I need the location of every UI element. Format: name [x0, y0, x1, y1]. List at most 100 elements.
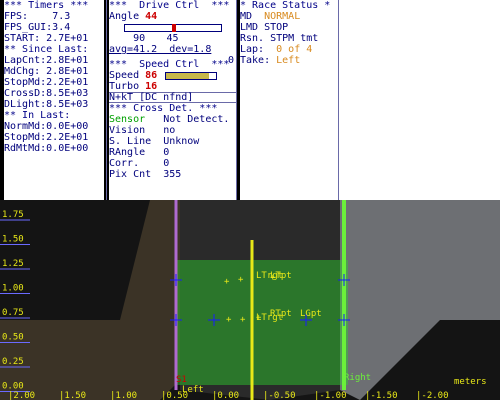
x-axis: |2.00 |1.50 |1.00 |0.50 |0.00 |-0.50 |-1.00 |-1… [8, 391, 449, 400]
in-last-row: NormMd:0.0E+00 [4, 121, 104, 132]
rangle-label: RAngle [109, 147, 146, 158]
rsn-row: Rsn. STPM tmt [240, 33, 340, 44]
rsn-value: STPM tmt [270, 33, 319, 44]
right-label: Right [344, 373, 371, 383]
x-tick-label: |1.50 [59, 391, 86, 400]
timers-header: *** Timers *** [4, 0, 89, 11]
stopmd-last-value: 2.2E+01 [46, 132, 89, 143]
lt-point-label: LTpt [270, 271, 292, 281]
y-tick-label: 1.00 [2, 284, 24, 294]
take-value: Left [276, 55, 301, 66]
angle-row: Angle 44 [109, 11, 236, 22]
pixcnt-value: 355 [163, 169, 182, 180]
panel-divider [338, 0, 339, 200]
drive-header: *** Drive Ctrl *** [109, 0, 230, 11]
mdchg-label: MdChg: [4, 66, 41, 77]
race-header: * Race Status * [240, 0, 331, 11]
panel-divider [236, 0, 237, 200]
lapcnt-label: LapCnt: [4, 55, 47, 66]
fps-label: FPS: [4, 11, 29, 22]
cross-row: Sensor Not Detect. [109, 114, 236, 125]
dlight-value: 8.5E+03 [46, 99, 89, 110]
svg-text:+: + [238, 275, 244, 285]
panel-divider [106, 0, 107, 200]
lap-row: Lap: 0 of 4 [240, 44, 340, 55]
since-last-row: LapCnt:2.8E+01 [4, 55, 104, 66]
rangle-value: 0 [163, 147, 170, 158]
x-tick-label: |-1.50 [365, 391, 398, 400]
x-tick-label: |-1.00 [314, 391, 347, 400]
crossd-value: 8.5E+03 [46, 88, 89, 99]
y-tick-label: 0.75 [2, 308, 24, 318]
rsn-label: Rsn. [240, 33, 265, 44]
sensor-value: Not Detect. [163, 114, 230, 125]
y-tick-label: 0.50 [2, 333, 24, 343]
y-tick-label: 0.00 [2, 382, 24, 392]
x-tick-label: |1.00 [110, 391, 137, 400]
angle-label: Angle [109, 11, 140, 22]
in-last-row: StopMd:2.2E+01 [4, 132, 104, 143]
lt-target-label-2: LTrgt [256, 313, 283, 323]
timers-panel: *** Timers *** FPS: 7.3 FPS_GUI:3.4 STAR… [4, 0, 104, 200]
rdmtmd-value: 0.0E+00 [46, 143, 89, 154]
corr-label: Corr. [109, 158, 140, 169]
x-tick-label: |2.00 [8, 391, 35, 400]
lmd-value: STOP [264, 22, 289, 33]
since-last-header: ** Since Last: [4, 44, 89, 55]
stopmd-value: 2.2E+01 [46, 77, 89, 88]
crossd-label: CrossD: [4, 88, 47, 99]
fps-row: FPS: 7.3 [4, 11, 104, 22]
angle-slider-row: 90 0 [109, 22, 236, 66]
drive-panel: *** Drive Ctrl *** Angle 44 90 0 45 avg=… [109, 0, 236, 200]
angle-slider-thumb[interactable] [171, 24, 176, 32]
normmd-label: NormMd: [4, 121, 47, 132]
in-last-row: RdMtMd:0.0E+00 [4, 143, 104, 154]
y-tick-label: 0.25 [2, 357, 24, 367]
camera-view: + + + + + + LTrgt LTpt RTpt LTrgt LGpt Left… [0, 200, 500, 400]
since-last-row: DLight:8.5E+03 [4, 99, 104, 110]
sensor-label: Sensor [109, 114, 146, 125]
fps-gui-label: FPS_GUI: [4, 22, 53, 33]
vision-value: no [163, 125, 176, 136]
since-last-row: StopMd:2.2E+01 [4, 77, 104, 88]
start-row: START: 2.7E+01 [4, 33, 104, 44]
turbo-value: 16 [145, 81, 158, 92]
slider-center-label: 45 [166, 33, 179, 44]
in-last-header: ** In Last: [4, 110, 71, 121]
y-tick-label: 1.75 [2, 210, 24, 220]
angle-slider[interactable] [124, 24, 222, 32]
start-value: 2.7E+01 [46, 33, 89, 44]
sline-label: S. Line [109, 136, 152, 147]
since-last-row: CrossD:8.5E+03 [4, 88, 104, 99]
cross-row: Corr. 0 [109, 158, 236, 169]
speed-value: 86 [145, 70, 158, 81]
x-tick-label: |-0.50 [263, 391, 296, 400]
cross-row: Vision no [109, 125, 236, 136]
x-tick-label: |0.00 [212, 391, 239, 400]
stopmd-label: StopMd: [4, 77, 47, 88]
y-tick-label: 1.25 [2, 259, 24, 269]
svg-text:+: + [224, 277, 230, 287]
x-tick-label: |-2.00 [416, 391, 449, 400]
cross-row: Pix Cnt 355 [109, 169, 236, 180]
race-panel: * Race Status * MD NORMAL LMD STOP Rsn. … [240, 0, 340, 200]
md-label: MD [240, 11, 253, 22]
rdmtmd-label: RdMtMd: [4, 143, 47, 154]
pixcnt-label: Pix Cnt [109, 169, 152, 180]
sline-value: Unknow [163, 136, 200, 147]
speed-bar-fill [166, 73, 209, 79]
take-label: Take: [240, 55, 271, 66]
lap-label: Lap: [240, 44, 265, 55]
mdchg-value: 2.8E+01 [46, 66, 89, 77]
corr-value: 0 [163, 158, 170, 169]
camera-overlay: + + ++ + + LTrgt LTpt RTpt LTrgt LGpt Left… [0, 200, 500, 400]
stopmd-last-label: StopMd: [4, 132, 47, 143]
angle-value: 44 [145, 11, 158, 22]
speed-bar [165, 72, 217, 80]
normmd-value: 0.0E+00 [46, 121, 89, 132]
speed-label: Speed [109, 70, 140, 81]
lmd-label: LMD [240, 22, 259, 33]
s1-label: S1 [176, 375, 187, 385]
x-tick-label: |0.50 [161, 391, 188, 400]
fps-value: 7.3 [52, 11, 71, 22]
